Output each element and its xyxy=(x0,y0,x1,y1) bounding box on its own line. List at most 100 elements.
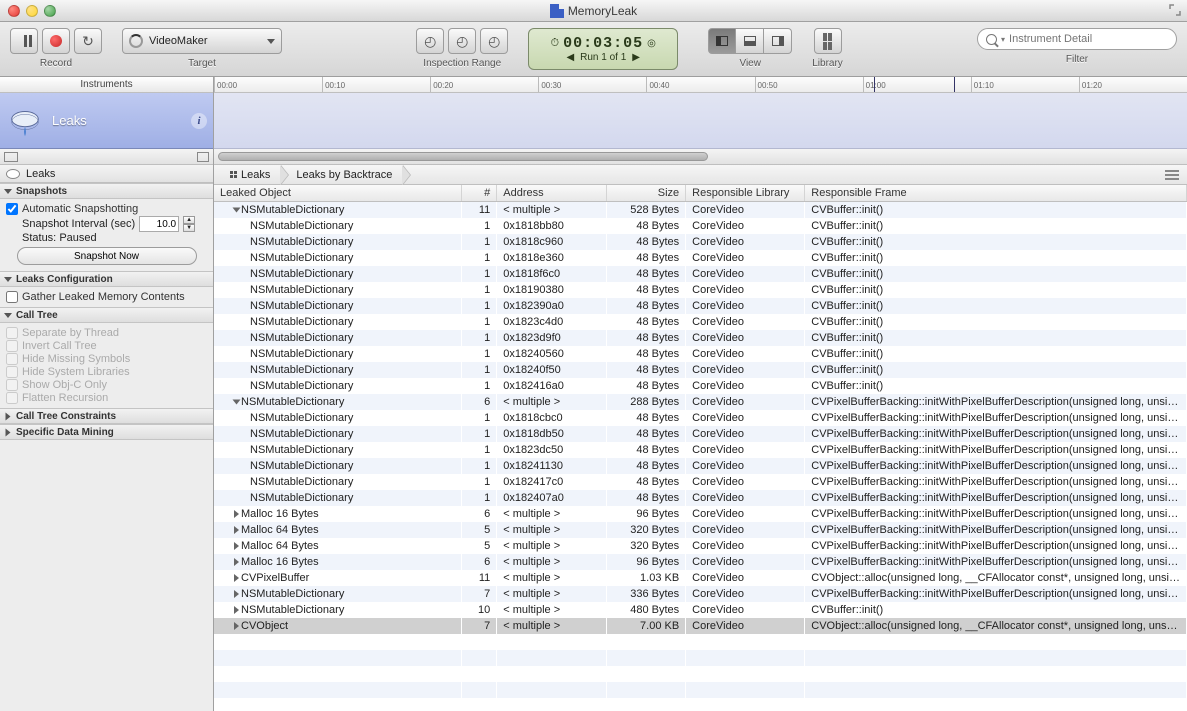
cell: CoreVideo xyxy=(686,618,805,634)
disclosure-triangle-icon[interactable] xyxy=(234,574,239,582)
view-bottom-button[interactable] xyxy=(736,28,764,54)
target-select[interactable]: VideoMaker xyxy=(122,28,282,54)
table-row[interactable]: NSMutableDictionary10x1818f6c048 BytesCo… xyxy=(214,266,1187,282)
table-row[interactable]: NSMutableDictionary10x1818c96048 BytesCo… xyxy=(214,234,1187,250)
table-row[interactable]: Malloc 64 Bytes5< multiple >320 BytesCor… xyxy=(214,522,1187,538)
col-size[interactable]: Size xyxy=(606,185,686,202)
table-row[interactable]: NSMutableDictionary10x1818bb8048 BytesCo… xyxy=(214,218,1187,234)
cell-object: CVPixelBuffer xyxy=(214,570,462,586)
view-left-button[interactable] xyxy=(708,28,736,54)
calltree-option[interactable]: Hide System Libraries xyxy=(6,366,207,378)
table-row[interactable]: NSMutableDictionary10x1818db5048 BytesCo… xyxy=(214,426,1187,442)
disclosure-triangle-icon[interactable] xyxy=(234,622,239,630)
table-row[interactable]: CVPixelBuffer11< multiple >1.03 KBCoreVi… xyxy=(214,570,1187,586)
calltree-option[interactable]: Show Obj-C Only xyxy=(6,379,207,391)
dropdown-icon[interactable]: ▾ xyxy=(1001,35,1005,44)
playhead-marker[interactable] xyxy=(954,77,955,92)
record-button[interactable] xyxy=(42,28,70,54)
table-row[interactable]: NSMutableDictionary10x1818cbc048 BytesCo… xyxy=(214,410,1187,426)
interval-stepper[interactable]: ▲▼ xyxy=(183,216,195,232)
col-count[interactable]: # xyxy=(462,185,497,202)
calltree-option[interactable]: Flatten Recursion xyxy=(6,392,207,404)
pause-button[interactable] xyxy=(10,28,38,54)
disclosure-triangle-icon[interactable] xyxy=(233,207,241,212)
section-snapshots[interactable]: Snapshots xyxy=(0,183,213,199)
loop-button[interactable] xyxy=(74,28,102,54)
disclosure-triangle-icon[interactable] xyxy=(234,606,239,614)
calltree-option[interactable]: Separate by Thread xyxy=(6,327,207,339)
horizontal-scrollbar[interactable] xyxy=(214,149,1187,165)
section-constraints[interactable]: Call Tree Constraints xyxy=(0,408,213,424)
timeline-ruler[interactable]: 00:0000:1000:2000:3000:4000:5001:0001:10… xyxy=(214,77,1187,93)
table-row[interactable]: Malloc 16 Bytes6< multiple >96 BytesCore… xyxy=(214,506,1187,522)
snapshot-now-button[interactable]: Snapshot Now xyxy=(17,247,197,265)
cell: 0x182416a0 xyxy=(497,378,606,394)
cell: < multiple > xyxy=(497,570,606,586)
view-right-button[interactable] xyxy=(764,28,792,54)
filter-input[interactable] xyxy=(1009,33,1168,45)
pause-icon xyxy=(22,35,27,47)
cell-object: NSMutableDictionary xyxy=(214,394,462,410)
section-leaks-config[interactable]: Leaks Configuration xyxy=(0,271,213,287)
range-end-button[interactable] xyxy=(480,28,508,54)
table-wrap[interactable]: Leaked Object # Address Size Responsible… xyxy=(214,185,1187,711)
next-run-button[interactable]: ▶ xyxy=(632,52,640,63)
disclosure-triangle-icon[interactable] xyxy=(234,526,239,534)
range-start-button[interactable] xyxy=(416,28,444,54)
table-row[interactable]: NSMutableDictionary10x1823c4d048 BytesCo… xyxy=(214,314,1187,330)
table-row[interactable]: CVObject7< multiple >7.00 KBCoreVideoCVO… xyxy=(214,618,1187,634)
table-row[interactable]: NSMutableDictionary10x182407a048 BytesCo… xyxy=(214,490,1187,506)
table-row[interactable]: NSMutableDictionary10x1819038048 BytesCo… xyxy=(214,282,1187,298)
playhead-marker[interactable] xyxy=(874,77,875,92)
cell: CVBuffer::init() xyxy=(805,330,1187,346)
leaks-track[interactable]: Leaks i xyxy=(0,93,213,149)
table-row[interactable]: NSMutableDictionary10x18240f5048 BytesCo… xyxy=(214,362,1187,378)
info-button[interactable]: i xyxy=(191,113,207,129)
track-graph-area[interactable] xyxy=(214,93,1187,149)
col-library[interactable]: Responsible Library xyxy=(686,185,805,202)
disclosure-triangle-icon[interactable] xyxy=(234,590,239,598)
add-track-icon[interactable] xyxy=(197,152,209,162)
disclosure-triangle-icon[interactable] xyxy=(233,399,241,404)
table-row[interactable]: NSMutableDictionary10< multiple >480 Byt… xyxy=(214,602,1187,618)
table-row[interactable]: NSMutableDictionary10x182390a048 BytesCo… xyxy=(214,298,1187,314)
table-row[interactable]: NSMutableDictionary10x182417c048 BytesCo… xyxy=(214,474,1187,490)
library-button[interactable] xyxy=(814,28,842,54)
calltree-option[interactable]: Invert Call Tree xyxy=(6,340,207,352)
col-address[interactable]: Address xyxy=(497,185,606,202)
fullscreen-icon[interactable] xyxy=(1169,4,1181,16)
section-mining[interactable]: Specific Data Mining xyxy=(0,424,213,440)
col-object[interactable]: Leaked Object xyxy=(214,185,462,202)
scrollbar-thumb[interactable] xyxy=(218,152,708,161)
cell: CVBuffer::init() xyxy=(805,362,1187,378)
disclosure-triangle-icon[interactable] xyxy=(234,558,239,566)
cell: < multiple > xyxy=(497,202,606,218)
table-row[interactable]: NSMutableDictionary10x1823d9f048 BytesCo… xyxy=(214,330,1187,346)
range-clear-button[interactable] xyxy=(448,28,476,54)
prev-run-button[interactable]: ◀ xyxy=(566,52,574,63)
filter-search[interactable]: ▾ xyxy=(977,28,1177,50)
disclosure-triangle-icon[interactable] xyxy=(234,542,239,550)
table-row[interactable]: NSMutableDictionary10x1818e36048 BytesCo… xyxy=(214,250,1187,266)
section-call-tree[interactable]: Call Tree xyxy=(0,307,213,323)
auto-snapshot-checkbox[interactable]: Automatic Snapshotting xyxy=(6,203,207,215)
crumb-backtrace[interactable]: Leaks by Backtrace xyxy=(280,165,402,184)
gather-checkbox[interactable]: Gather Leaked Memory Contents xyxy=(6,291,207,303)
table-row[interactable]: NSMutableDictionary11< multiple >528 Byt… xyxy=(214,202,1187,218)
table-row[interactable]: NSMutableDictionary10x1824113048 BytesCo… xyxy=(214,458,1187,474)
table-row[interactable]: Malloc 64 Bytes5< multiple >320 BytesCor… xyxy=(214,538,1187,554)
calltree-option[interactable]: Hide Missing Symbols xyxy=(6,353,207,365)
view-mode-icon[interactable] xyxy=(4,152,18,162)
menu-icon[interactable] xyxy=(1165,168,1179,182)
cell: 1 xyxy=(462,378,497,394)
table-row[interactable]: NSMutableDictionary6< multiple >288 Byte… xyxy=(214,394,1187,410)
disclosure-triangle-icon[interactable] xyxy=(234,510,239,518)
interval-input[interactable] xyxy=(139,216,179,232)
crumb-leaks[interactable]: Leaks xyxy=(214,165,280,184)
table-row[interactable]: NSMutableDictionary10x1824056048 BytesCo… xyxy=(214,346,1187,362)
table-row[interactable]: Malloc 16 Bytes6< multiple >96 BytesCore… xyxy=(214,554,1187,570)
table-row[interactable]: NSMutableDictionary10x182416a048 BytesCo… xyxy=(214,378,1187,394)
table-row[interactable]: NSMutableDictionary10x1823dc5048 BytesCo… xyxy=(214,442,1187,458)
col-frame[interactable]: Responsible Frame xyxy=(805,185,1187,202)
table-row[interactable]: NSMutableDictionary7< multiple >336 Byte… xyxy=(214,586,1187,602)
